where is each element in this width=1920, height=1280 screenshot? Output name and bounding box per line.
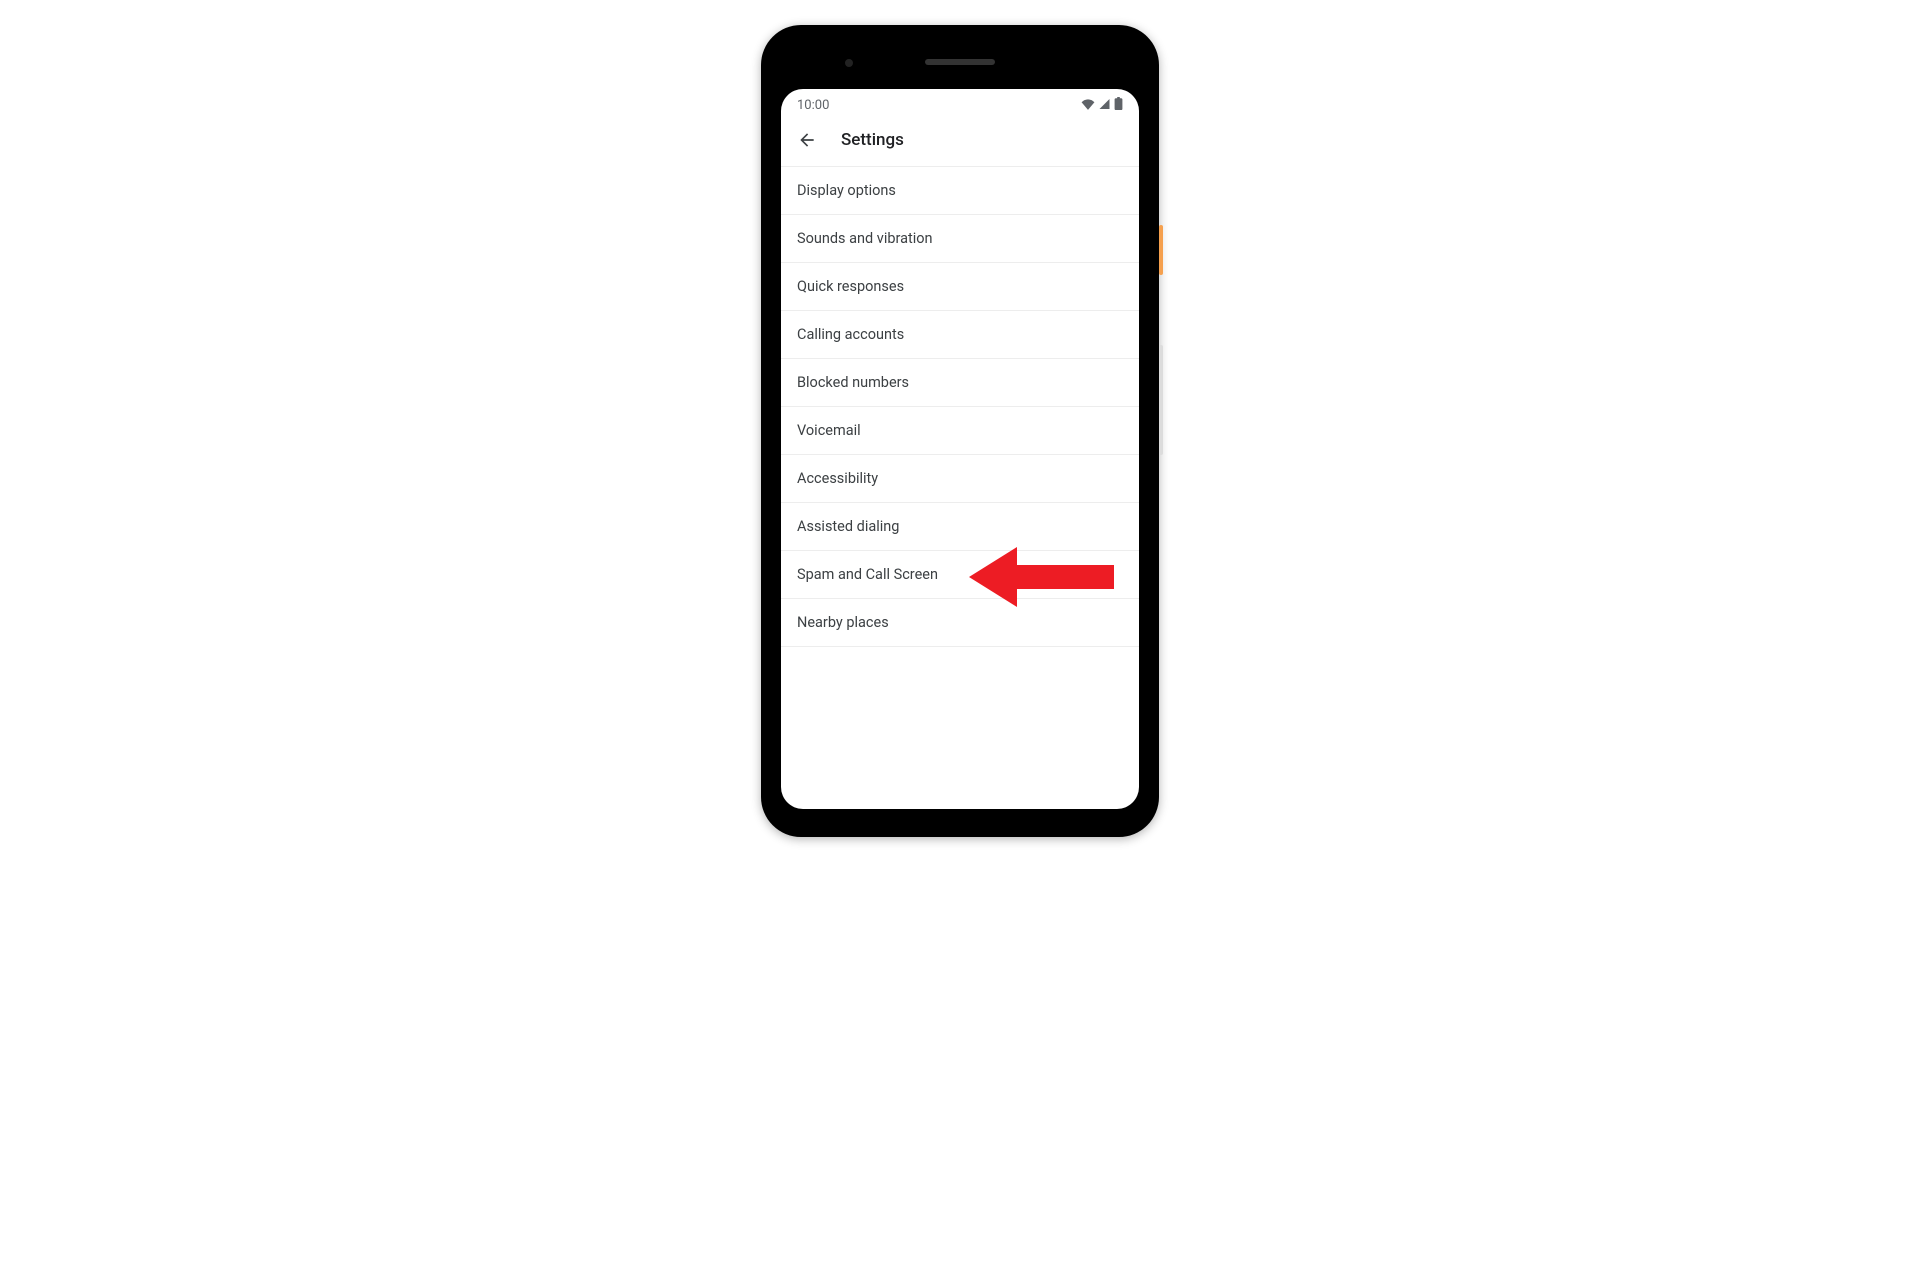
settings-item-label: Quick responses <box>797 278 904 295</box>
wifi-icon <box>1081 98 1095 114</box>
settings-item-spam-and-call-screen[interactable]: Spam and Call Screen <box>781 551 1139 599</box>
settings-item-label: Nearby places <box>797 614 889 631</box>
settings-item-voicemail[interactable]: Voicemail <box>781 407 1139 455</box>
settings-item-blocked-numbers[interactable]: Blocked numbers <box>781 359 1139 407</box>
status-bar: 10:00 <box>781 89 1139 118</box>
phone-frame: 10:00 Settings <box>761 25 1159 837</box>
settings-item-label: Calling accounts <box>797 326 904 343</box>
phone-screen: 10:00 Settings <box>781 89 1139 809</box>
phone-camera <box>845 59 853 67</box>
settings-item-label: Accessibility <box>797 470 878 487</box>
settings-item-calling-accounts[interactable]: Calling accounts <box>781 311 1139 359</box>
volume-button <box>1159 345 1163 455</box>
settings-list: Display options Sounds and vibration Qui… <box>781 167 1139 647</box>
phone-speaker <box>925 59 995 65</box>
settings-item-accessibility[interactable]: Accessibility <box>781 455 1139 503</box>
back-button[interactable] <box>795 128 819 152</box>
power-button <box>1159 225 1163 275</box>
settings-item-sounds-and-vibration[interactable]: Sounds and vibration <box>781 215 1139 263</box>
settings-item-assisted-dialing[interactable]: Assisted dialing <box>781 503 1139 551</box>
status-icons <box>1081 97 1123 114</box>
signal-icon <box>1098 98 1111 114</box>
status-time: 10:00 <box>797 98 829 113</box>
app-header: Settings <box>781 118 1139 167</box>
arrow-left-icon <box>797 130 817 150</box>
settings-item-label: Spam and Call Screen <box>797 566 938 583</box>
battery-icon <box>1114 97 1123 114</box>
settings-item-quick-responses[interactable]: Quick responses <box>781 263 1139 311</box>
settings-item-label: Display options <box>797 182 896 199</box>
settings-item-label: Blocked numbers <box>797 374 909 391</box>
settings-item-display-options[interactable]: Display options <box>781 167 1139 215</box>
settings-item-nearby-places[interactable]: Nearby places <box>781 599 1139 647</box>
phone-bezel: 10:00 Settings <box>773 37 1147 825</box>
settings-item-label: Assisted dialing <box>797 518 899 535</box>
settings-item-label: Sounds and vibration <box>797 230 933 247</box>
page-title: Settings <box>841 130 904 150</box>
settings-item-label: Voicemail <box>797 422 861 439</box>
